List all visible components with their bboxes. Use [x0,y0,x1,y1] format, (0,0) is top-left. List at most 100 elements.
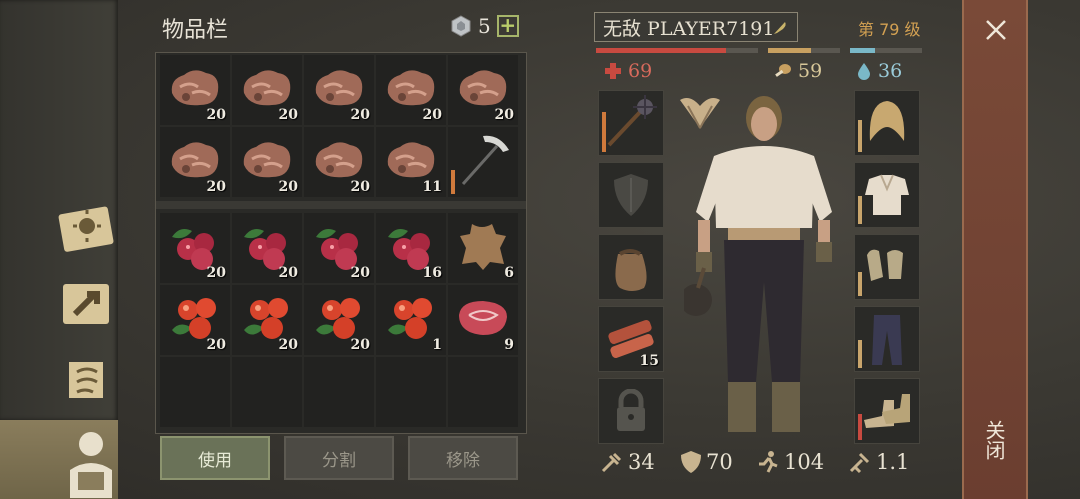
inventory-slot[interactable]: 20 [304,285,374,355]
inventory-slot[interactable] [448,127,518,197]
attack-icon [601,452,622,473]
inventory-slot[interactable]: 11 [376,127,446,197]
armor-value: 70 [706,450,733,474]
slot-count: 1 [432,337,442,353]
slot-count: 20 [206,179,226,195]
gem-icon [451,15,471,37]
attack-value: 34 [628,450,655,474]
slot-count: 20 [206,337,226,353]
remove-button[interactable]: 移除 [408,436,518,480]
slot-count: 20 [350,107,370,123]
character-icon [70,432,112,498]
inventory-slot[interactable]: 20 [448,55,518,125]
feet-durability [858,414,862,440]
thirst-stat: 36 [856,60,902,82]
inventory-slot[interactable]: 20 [304,55,374,125]
health-value: 69 [628,60,653,82]
inventory-slot[interactable]: 20 [160,213,230,283]
quest-scroll-icon[interactable] [56,352,118,408]
empty-inventory-slot[interactable] [232,357,302,427]
use-button[interactable]: 使用 [160,436,270,480]
inventory-grid: 20 20 20 20 20 20 20 20 11 20 20 20 16 6 20 20 20 1 9 [155,52,527,434]
lock-icon [617,389,645,431]
add-gems-button[interactable]: + [496,15,519,37]
player-level: 第 79 级 [858,20,921,39]
inventory-slot[interactable]: 20 [160,285,230,355]
pouch-icon [615,249,647,291]
inventory-slot[interactable]: 20 [232,285,302,355]
gloves-icon [867,249,903,281]
slot-count: 20 [350,337,370,353]
hands-durability [858,272,862,296]
ammo-slot[interactable]: 15 [598,306,664,372]
inventory-slot[interactable]: 20 [160,55,230,125]
animal-hide-icon [456,218,510,278]
slot-count: 6 [504,265,514,281]
slot-count: 9 [504,337,514,353]
legs-durability [858,340,862,368]
empty-inventory-slot[interactable] [304,357,374,427]
inventory-section-divider [156,201,526,209]
hunger-stat: 59 [772,60,822,82]
inventory-slot[interactable]: 20 [304,213,374,283]
drumstick-icon [775,64,791,77]
head-slot[interactable] [854,90,920,156]
slot-count: 20 [206,265,226,281]
player-name-box[interactable]: 无敌 PLAYER7191 [594,12,798,42]
hands-slot[interactable] [854,234,920,300]
player-name: 无敌 PLAYER7191 [603,17,775,40]
feet-slot[interactable] [854,378,920,444]
water-drop-icon [858,63,870,80]
inventory-slot[interactable]: 9 [448,285,518,355]
mace-icon [607,95,657,147]
edit-name-icon[interactable] [771,19,789,37]
durability-bar [451,170,455,194]
torso-durability [858,196,862,224]
weight-stat: 1.1 [848,450,909,474]
slot-count: 20 [350,265,370,281]
ammo-slot-count: 15 [639,353,659,369]
crafting-map-icon[interactable] [56,276,118,332]
speed-value: 104 [784,450,825,474]
gem-counter: 5 + [450,14,519,38]
hunger-bar [768,48,840,53]
empty-inventory-slot[interactable] [376,357,446,427]
empty-inventory-slot[interactable] [448,357,518,427]
slot-count: 20 [278,337,298,353]
torso-slot[interactable] [854,162,920,228]
weight-icon [849,452,870,474]
bag-slot[interactable] [598,234,664,300]
inventory-slot[interactable]: 6 [448,213,518,283]
split-button[interactable]: 分割 [284,436,394,480]
weapon-durability [602,112,606,152]
weight-value: 1.1 [876,450,910,474]
close-panel[interactable]: 关闭 [962,0,1028,499]
inventory-slot[interactable]: 20 [232,127,302,197]
character-model [684,96,832,432]
daily-journal-icon[interactable] [56,200,118,256]
slot-count: 20 [422,107,442,123]
slot-count: 20 [494,107,514,123]
weapon-slot[interactable] [598,90,664,156]
slot-count: 16 [422,265,442,281]
legs-slot[interactable] [854,306,920,372]
inventory-slot[interactable]: 20 [160,127,230,197]
inventory-slot[interactable]: 20 [304,127,374,197]
inventory-slot[interactable]: 20 [376,55,446,125]
close-icon[interactable] [984,18,1008,42]
speed-stat: 104 [756,450,824,474]
slot-count: 11 [422,179,442,195]
inventory-slot[interactable]: 20 [232,55,302,125]
inventory-slot[interactable]: 16 [376,213,446,283]
shield-slot[interactable] [598,162,664,228]
character-tab[interactable] [0,420,118,499]
side-menu [0,0,118,499]
inventory-slot[interactable]: 20 [232,213,302,283]
empty-inventory-slot[interactable] [160,357,230,427]
health-stat: 69 [604,60,652,82]
inventory-title: 物品栏 [162,18,229,43]
slot-count: 20 [350,179,370,195]
inventory-slot[interactable]: 1 [376,285,446,355]
armor-icon [681,451,701,473]
close-label: 关闭 [982,420,1006,460]
